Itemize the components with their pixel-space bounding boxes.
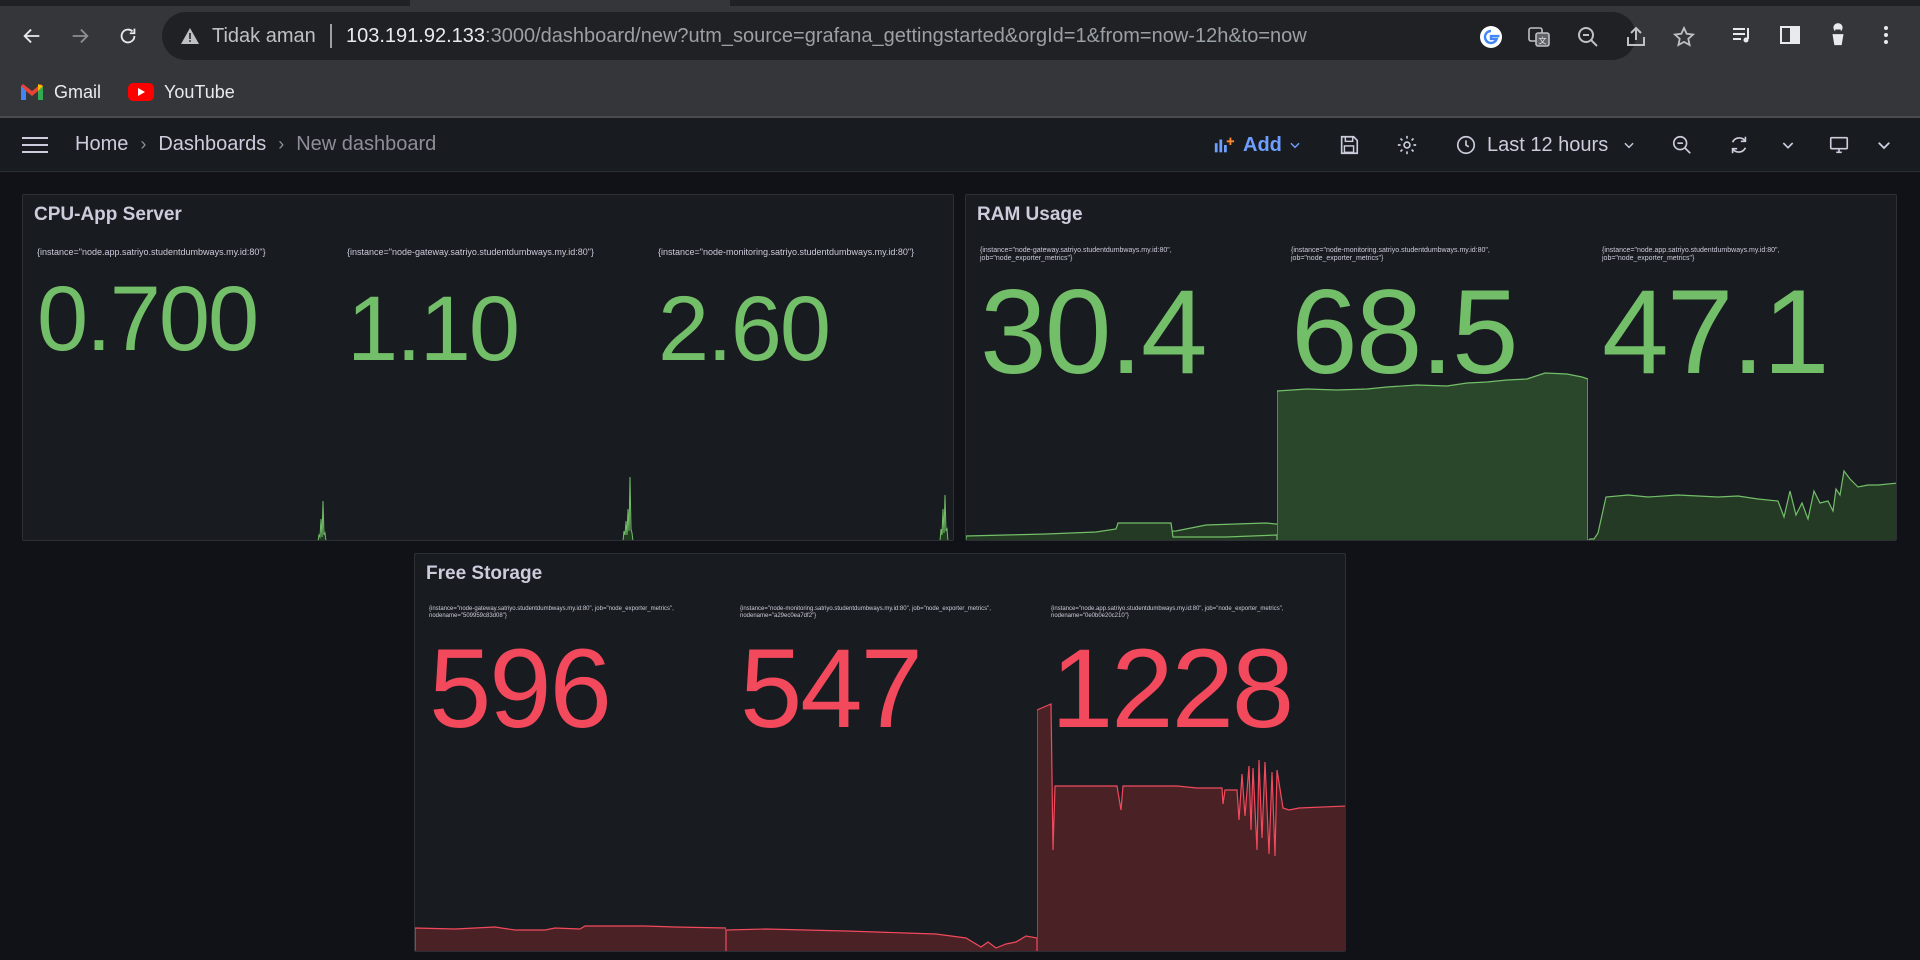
bookmarks-bar: Gmail YouTube xyxy=(0,70,1920,116)
bookmark-gmail-label: Gmail xyxy=(54,81,102,102)
monitor-icon xyxy=(1829,136,1849,154)
browser-chrome: Tidak aman 103.191.92.133:3000/dashboard… xyxy=(0,0,1920,118)
back-button[interactable] xyxy=(14,18,50,54)
browser-menu-icon[interactable] xyxy=(1871,20,1901,50)
share-icon[interactable] xyxy=(1623,24,1649,50)
stat-cpu-node-gateway: {instance="node-gateway.satriyo.studentd… xyxy=(333,239,644,540)
gear-icon xyxy=(1397,135,1417,155)
side-panel-icon[interactable] xyxy=(1775,20,1805,50)
reload-icon xyxy=(120,28,136,44)
bookmark-youtube[interactable]: YouTube xyxy=(128,78,235,106)
youtube-icon xyxy=(128,83,154,101)
sparkline xyxy=(1588,469,1896,540)
forward-arrow-icon xyxy=(72,28,89,44)
panel-title[interactable]: RAM Usage xyxy=(977,204,1083,226)
menu-toggle-icon[interactable] xyxy=(22,132,52,158)
zoom-out-icon xyxy=(1672,135,1691,154)
address-bar[interactable]: Tidak aman 103.191.92.133:3000/dashboard… xyxy=(162,12,1696,60)
gmail-icon xyxy=(21,84,43,100)
view-mode-button[interactable] xyxy=(1828,131,1850,159)
breadcrumb-current: New dashboard xyxy=(296,133,437,155)
bookmark-youtube-label: YouTube xyxy=(164,81,235,102)
view-mode-dropdown[interactable] xyxy=(1875,131,1893,159)
translate-icon[interactable]: 文 xyxy=(1526,24,1552,50)
url-host: 103.191.92.133 xyxy=(346,25,486,47)
zoom-out-icon[interactable] xyxy=(1575,24,1601,50)
bookmark-star-icon[interactable] xyxy=(1671,24,1697,50)
url-path: :3000/dashboard/new?utm_source=grafana_g… xyxy=(485,25,1307,47)
zoom-out-time-button[interactable] xyxy=(1671,131,1693,159)
sparkline xyxy=(317,500,327,540)
bookmark-gmail[interactable]: Gmail xyxy=(20,78,101,106)
stat-storage-node-monitoring: {instance="node-monitoring.satriyo.stude… xyxy=(726,598,1037,951)
sparkline xyxy=(1277,372,1588,540)
chevron-down-icon xyxy=(1782,142,1794,149)
clock-icon xyxy=(1456,135,1476,155)
add-panel-icon xyxy=(1214,137,1235,153)
stat-cpu-node-app: {instance="node.app.satriyo.studentdumbw… xyxy=(23,239,333,540)
omnibox-separator xyxy=(330,24,332,48)
warning-icon xyxy=(181,28,199,44)
add-button-label: Add xyxy=(1243,133,1282,156)
svg-text:文: 文 xyxy=(1539,36,1547,46)
sparkline xyxy=(966,522,1277,540)
breadcrumb: Home › Dashboards › New dashboard xyxy=(75,133,436,156)
breadcrumb-dashboards[interactable]: Dashboards xyxy=(158,133,266,156)
stat-cpu-node-monitoring: {instance="node-monitoring.satriyo.stude… xyxy=(644,239,953,540)
dashboard-settings-button[interactable] xyxy=(1396,131,1418,159)
add-button[interactable]: Add xyxy=(1213,131,1302,159)
chevron-down-icon xyxy=(1624,142,1634,149)
google-lens-icon[interactable] xyxy=(1478,24,1504,50)
save-dashboard-button[interactable] xyxy=(1338,131,1360,159)
panel-ram-usage[interactable]: RAM Usage {instance="node-gateway.satriy… xyxy=(965,194,1897,541)
url-text[interactable]: 103.191.92.133:3000/dashboard/new?utm_so… xyxy=(346,25,1307,48)
panel-title[interactable]: Free Storage xyxy=(426,563,542,585)
stat-storage-node-app: {instance="node.app.satriyo.studentdumbw… xyxy=(1037,598,1345,951)
stat-storage-node-gateway: {instance="node-gateway.satriyo.studentd… xyxy=(415,598,726,951)
refresh-button[interactable] xyxy=(1728,131,1750,159)
breadcrumb-home[interactable]: Home xyxy=(75,133,128,156)
refresh-interval-dropdown[interactable] xyxy=(1780,131,1796,159)
browser-toolbar: Tidak aman 103.191.92.133:3000/dashboard… xyxy=(0,6,1920,66)
chevron-right-icon: › xyxy=(278,134,285,154)
chevron-down-icon xyxy=(1878,142,1890,150)
panel-free-storage[interactable]: Free Storage {instance="node-gateway.sat… xyxy=(414,553,1346,952)
sparkline xyxy=(415,925,726,951)
sparkline xyxy=(622,476,634,540)
grafana-top-nav: Home › Dashboards › New dashboard Add La… xyxy=(0,118,1920,172)
profile-avatar-icon[interactable] xyxy=(1823,20,1853,50)
stat-ram-node-monitoring: {instance="node-monitoring.satriyo.stude… xyxy=(1277,239,1588,540)
sparkline xyxy=(1037,703,1345,951)
chevron-down-icon xyxy=(1290,142,1300,149)
stat-ram-node-gateway: {instance="node-gateway.satriyo.studentd… xyxy=(966,239,1277,540)
media-controls-icon[interactable] xyxy=(1727,20,1757,50)
sparkline xyxy=(939,494,949,540)
chevron-right-icon: › xyxy=(140,134,147,154)
forward-button[interactable] xyxy=(62,18,98,54)
refresh-icon xyxy=(1731,136,1747,154)
time-range-label: Last 12 hours xyxy=(1487,133,1609,156)
back-arrow-icon xyxy=(23,28,40,44)
save-icon xyxy=(1340,135,1359,155)
sparkline xyxy=(726,928,1037,951)
reload-button[interactable] xyxy=(110,18,146,54)
panel-cpu-app-server[interactable]: CPU-App Server {instance="node.app.satri… xyxy=(22,194,954,541)
stat-ram-node-app: {instance="node.app.satriyo.studentdumbw… xyxy=(1588,239,1896,540)
panel-title[interactable]: CPU-App Server xyxy=(34,204,182,226)
not-secure-label[interactable]: Tidak aman xyxy=(212,25,316,48)
time-picker-button[interactable]: Last 12 hours xyxy=(1455,131,1636,159)
